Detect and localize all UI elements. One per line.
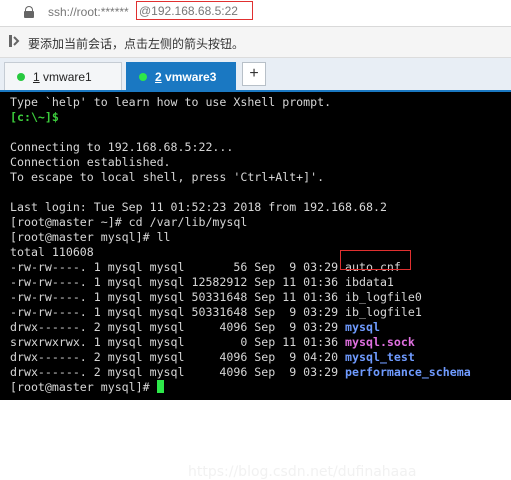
listing-row: -rw-rw----. 1 mysql mysql 12582912 Sep 1… [10,275,394,289]
dir-name: performance_schema [345,365,471,379]
terminal-line: total 110608 [10,245,94,259]
cursor [156,380,164,393]
file-name: ibdata1 [345,275,394,289]
listing-row: -rw-rw----. 1 mysql mysql 50331648 Sep 9… [10,305,422,319]
terminal[interactable]: Type `help' to learn how to use Xshell p… [0,92,511,480]
local-prompt: [c:\~]$ [10,110,59,124]
listing-row: srwxrwxrwx. 1 mysql mysql 0 Sep 11 01:36… [10,335,415,349]
terminal-line: [root@master mysql]# ll [10,230,171,244]
address-text: ssh://root:****** [48,5,129,19]
terminal-line: [root@master ~]# cd /var/lib/mysql [10,215,248,229]
terminal-line: Type `help' to learn how to use Xshell p… [10,95,332,109]
socket-name: mysql.sock [345,335,415,349]
file-name: ib_logfile1 [345,305,422,319]
new-tab-button[interactable]: + [242,62,266,86]
terminal-line: Last login: Tue Sep 11 01:52:23 2018 fro… [10,200,387,214]
add-session-arrow-icon[interactable] [8,34,22,48]
tab-bar: 1 vmware1 2 vmware3 + [0,58,511,92]
listing-row: -rw-rw----. 1 mysql mysql 50331648 Sep 1… [10,290,422,304]
dir-name: mysql [345,320,380,334]
connected-status-icon [139,73,147,81]
lock-icon [24,6,34,18]
file-name: ib_logfile0 [345,290,422,304]
terminal-line: Connection established. [10,155,171,169]
tab-number: 2 [155,70,162,84]
highlight-box [340,250,411,270]
tab-vmware3[interactable]: 2 vmware3 [126,62,236,90]
dir-name: mysql_test [345,350,415,364]
connected-status-icon [17,73,25,81]
listing-row: drwx------. 2 mysql mysql 4096 Sep 9 04:… [10,350,415,364]
listing-row: drwx------. 2 mysql mysql 4096 Sep 9 03:… [10,365,471,379]
current-prompt: [root@master mysql]# [10,380,164,395]
address-host: @192.168.68.5:22 [136,1,253,20]
tab-label: vmware1 [43,70,92,84]
tab-number: 1 [33,70,40,84]
address-bar[interactable]: ssh://root:****** @192.168.68.5:22 [0,0,511,27]
hint-text: 要添加当前会话，点击左侧的箭头按钮。 [28,37,245,51]
hint-bar: 要添加当前会话，点击左侧的箭头按钮。 [0,27,511,58]
watermark: https://blog.csdn.net/dufinahaaa [188,464,417,480]
terminal-line: To escape to local shell, press 'Ctrl+Al… [10,170,325,184]
listing-row: drwx------. 2 mysql mysql 4096 Sep 9 03:… [10,320,380,334]
tab-label: vmware3 [165,70,217,84]
tab-vmware1[interactable]: 1 vmware1 [4,62,122,90]
terminal-line: Connecting to 192.168.68.5:22... [10,140,234,154]
